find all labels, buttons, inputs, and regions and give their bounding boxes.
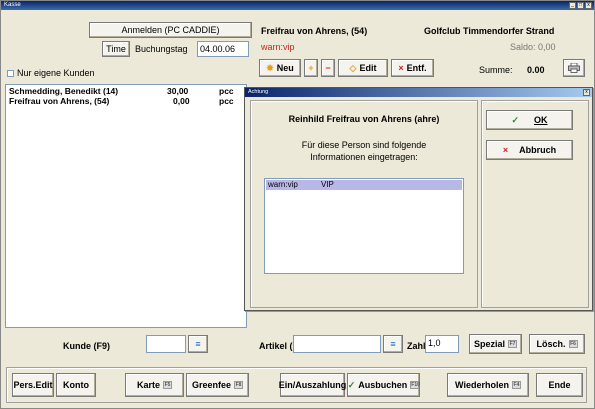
dialog-title: Achtung [248, 89, 269, 95]
customer-row[interactable]: Schmedding, Benedikt (14) 30,00 pcc [7, 86, 245, 96]
konto-button[interactable]: Konto [56, 373, 96, 397]
edit-button[interactable]: ◇ Edit [338, 59, 388, 77]
cancel-x-icon: × [502, 145, 509, 155]
f5-key-badge: F5 [163, 381, 172, 389]
customer-list[interactable]: Schmedding, Benedikt (14) 30,00 pcc Frei… [5, 84, 247, 328]
greenfee-button[interactable]: Greenfee F8 [186, 373, 249, 397]
buchungstag-label: Buchungstag [135, 44, 188, 54]
plus-button[interactable]: + [304, 59, 318, 77]
delete-x-icon: × [398, 63, 404, 73]
print-button[interactable] [563, 59, 585, 77]
minus-icon: − [325, 63, 331, 73]
karte-button[interactable]: Karte F5 [125, 373, 184, 397]
abbruch-button[interactable]: × Abbruch [486, 140, 573, 160]
f7-key-badge: F7 [508, 340, 517, 348]
dialog-button-panel [481, 100, 589, 308]
buchungstag-field[interactable]: 04.00.06 [197, 41, 249, 57]
header-saldo: Saldo: 0,00 [510, 42, 556, 52]
artikel-input[interactable] [293, 335, 381, 353]
f8-key-badge: F8 [234, 381, 244, 389]
f6-key-badge: F6 [568, 340, 578, 348]
dialog-info-line-2: Informationen eingetragen: [310, 152, 418, 162]
zahl-label: Zahl [407, 341, 426, 351]
anmelden-button[interactable]: Anmelden (PC CADDIE) [89, 22, 252, 38]
minus-button[interactable]: − [321, 59, 335, 77]
spezial-button[interactable]: Spezial F7 [469, 334, 522, 354]
header-tag: warn:vip [261, 42, 295, 52]
ausbuchen-button[interactable]: ✓ Ausbuchen F10 [347, 373, 420, 397]
list-icon: ≡ [195, 339, 201, 349]
kunde-label: Kunde (F9) [63, 341, 110, 351]
entf-button[interactable]: × Entf. [391, 59, 434, 77]
star-icon: ✸ [266, 62, 274, 73]
dialog-info-line-1: Für diese Person sind folgende [301, 140, 427, 150]
dialog-person: Reinhild Freifrau von Ahrens (ahre) [288, 114, 440, 124]
window-title: Kasse [4, 2, 21, 8]
check-icon: ✓ [347, 379, 356, 390]
loesch-button[interactable]: Lösch. F6 [529, 334, 585, 354]
list-icon: ≡ [390, 339, 396, 349]
ok-button[interactable]: ✓ OK [486, 110, 573, 130]
printer-icon [568, 63, 580, 73]
dialog-titlebar: Achtung x [245, 88, 592, 97]
header-club: Golfclub Timmendorfer Strand [424, 26, 555, 36]
maximize-button[interactable]: □ [577, 2, 584, 9]
zahl-input[interactable]: 1,0 [425, 335, 459, 353]
nur-eigene-kunden-option[interactable]: Nur eigene Kunden [7, 68, 95, 78]
window-titlebar: Kasse _ □ x [1, 1, 594, 10]
kunde-search-button[interactable]: ≡ [188, 335, 208, 353]
time-button[interactable]: Time [102, 41, 130, 57]
summe-value: 0.00 [527, 65, 545, 75]
dialog-close-button[interactable]: x [583, 89, 590, 96]
f10-key-badge: F10 [410, 381, 420, 389]
pers-edit-button[interactable]: Pers.Edit [12, 373, 54, 397]
plus-icon: + [308, 63, 314, 73]
minimize-button[interactable]: _ [569, 2, 576, 9]
ein-auszahlung-button[interactable]: Ein/Auszahlung [279, 373, 346, 397]
close-button[interactable]: x [585, 2, 592, 9]
kasse-window: Kasse _ □ x Anmelden (PC CADDIE) Time Bu… [0, 0, 595, 409]
neu-button[interactable]: ✸ Neu [259, 59, 301, 77]
info-entry-row[interactable]: warn:vip VIP [266, 180, 462, 190]
kunde-input[interactable] [146, 335, 186, 353]
summe-label: Summe: [479, 65, 513, 75]
artikel-search-button[interactable]: ≡ [383, 335, 403, 353]
check-icon: ✓ [511, 114, 520, 125]
wiederholen-button[interactable]: Wiederholen F4 [447, 373, 529, 397]
ende-button[interactable]: Ende [536, 373, 583, 397]
f4-key-badge: F4 [511, 381, 521, 389]
header-person: Freifrau von Ahrens, (54) [261, 26, 368, 36]
dialog-info-list[interactable]: warn:vip VIP [264, 178, 464, 274]
diamond-icon: ◇ [349, 62, 357, 73]
customer-row[interactable]: Freifrau von Ahrens, (54) 0,00 pcc [7, 96, 245, 106]
achtung-dialog: Achtung x Reinhild Freifrau von Ahrens (… [244, 87, 593, 311]
nur-eigene-checkbox[interactable] [7, 69, 14, 77]
